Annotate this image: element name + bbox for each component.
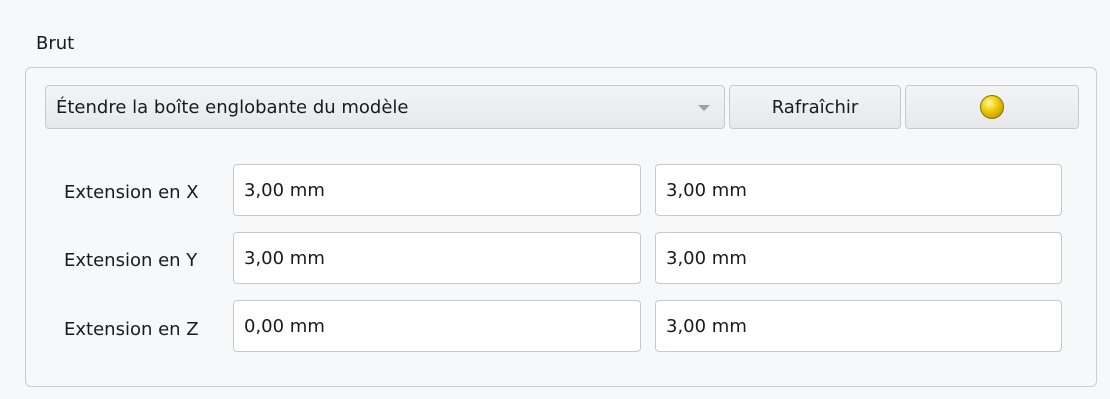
extension-x-max-field[interactable]: 3,00 mm — [655, 164, 1062, 216]
chevron-down-icon — [698, 105, 710, 111]
stock-mode-dropdown[interactable]: Étendre la boîte englobante du modèle — [45, 85, 725, 129]
refresh-button-label: Rafraîchir — [771, 96, 859, 118]
yellow-status-light-icon — [980, 95, 1004, 119]
extension-x-min-field[interactable]: 3,00 mm — [233, 164, 641, 216]
extension-z-label: Extension en Z — [64, 319, 199, 340]
stock-mode-selected-value: Étendre la boîte englobante du modèle — [56, 96, 409, 118]
extension-z-min-field[interactable]: 0,00 mm — [233, 300, 641, 352]
extension-y-min-field[interactable]: 3,00 mm — [233, 232, 641, 284]
extension-z-max-field[interactable]: 3,00 mm — [655, 300, 1062, 352]
extension-y-label: Extension en Y — [64, 250, 198, 271]
status-button[interactable] — [905, 85, 1079, 129]
extension-x-label: Extension en X — [64, 182, 199, 203]
group-title: Brut — [36, 33, 75, 54]
extension-y-max-field[interactable]: 3,00 mm — [655, 232, 1062, 284]
refresh-button[interactable]: Rafraîchir — [729, 85, 901, 129]
